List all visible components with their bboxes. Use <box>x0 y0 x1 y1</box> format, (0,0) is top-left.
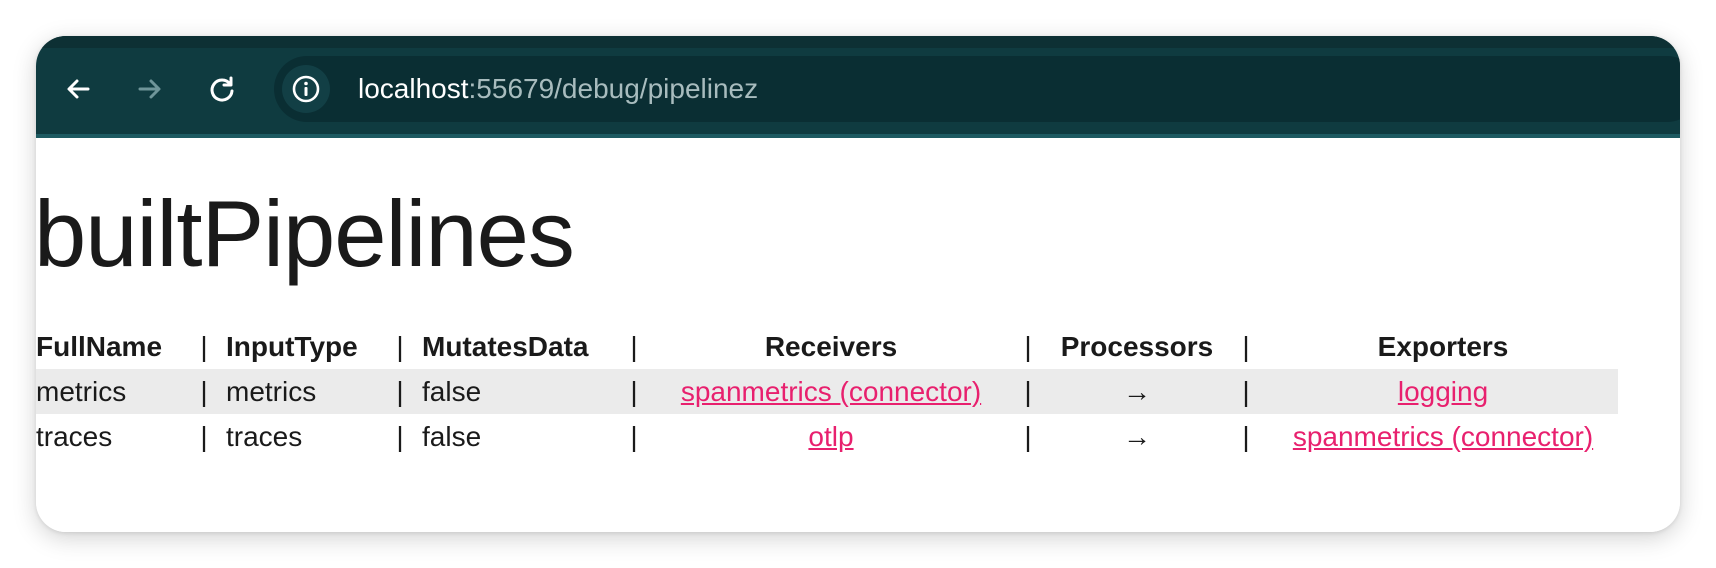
cell-exporters: logging <box>1268 369 1618 414</box>
arrow-left-icon <box>67 79 90 99</box>
pipelines-table: FullName | InputType | MutatesData | Rec… <box>36 324 1618 459</box>
cell-processors: → <box>1123 420 1151 452</box>
header-fullname: FullName <box>36 330 163 362</box>
table-row: traces | traces | false | otlp | → | spa… <box>36 414 1618 459</box>
column-separator: | <box>612 369 656 414</box>
column-separator: | <box>1224 369 1268 414</box>
column-separator: | <box>396 420 404 452</box>
column-separator: | <box>1242 330 1250 362</box>
column-separator: | <box>200 330 208 362</box>
arrow-right-icon <box>138 79 161 99</box>
cell-processors: → <box>1050 369 1224 414</box>
header-exporters: Exporters <box>1377 330 1509 362</box>
cell-receivers: spanmetrics (connector) <box>656 369 1006 414</box>
header-processors: Processors <box>1060 330 1214 362</box>
url-path: :55679/debug/pipelinez <box>468 73 759 104</box>
column-separator: | <box>182 369 226 414</box>
receiver-link[interactable]: otlp <box>808 421 853 452</box>
column-separator: | <box>378 369 422 414</box>
header-inputtype: InputType <box>226 330 358 362</box>
exporter-link[interactable]: logging <box>1398 376 1488 407</box>
page-content: builtPipelines FullName | InputType | Mu… <box>36 138 1680 532</box>
site-info-button[interactable] <box>282 65 330 113</box>
column-separator: | <box>1024 330 1032 362</box>
cell-receivers: otlp <box>656 414 1006 459</box>
table-header-row: FullName | InputType | MutatesData | Rec… <box>36 324 1618 369</box>
browser-window: localhost:55679/debug/pipelinez builtPip… <box>36 36 1680 532</box>
cell-inputtype: metrics <box>226 369 378 414</box>
cell-mutatesdata: false <box>422 420 482 452</box>
header-mutatesdata: MutatesData <box>422 330 589 362</box>
cell-mutatesdata: false <box>422 369 612 414</box>
tab-strip-edge <box>36 36 1680 48</box>
cell-exporters: spanmetrics (connector) <box>1268 414 1618 459</box>
header-receivers: Receivers <box>764 330 898 362</box>
url-text[interactable]: localhost:55679/debug/pipelinez <box>358 56 758 122</box>
column-separator: | <box>630 330 638 362</box>
exporter-link[interactable]: spanmetrics (connector) <box>1293 421 1593 452</box>
column-separator: | <box>1006 369 1050 414</box>
info-icon <box>292 75 320 103</box>
back-button[interactable] <box>58 69 98 109</box>
column-separator: | <box>396 330 404 362</box>
cell-fullname: traces <box>36 420 113 452</box>
table-row: metrics | metrics | false | spanmetrics … <box>36 369 1618 414</box>
page-title: builtPipelines <box>36 181 575 286</box>
url-host: localhost <box>358 73 469 104</box>
cell-inputtype: traces <box>226 420 303 452</box>
column-separator: | <box>200 420 208 452</box>
column-separator: | <box>1024 420 1032 452</box>
address-bar[interactable]: localhost:55679/debug/pipelinez <box>274 56 1680 122</box>
browser-toolbar: localhost:55679/debug/pipelinez <box>36 36 1680 138</box>
reload-button[interactable] <box>202 69 242 109</box>
receiver-link[interactable]: spanmetrics (connector) <box>681 376 981 407</box>
column-separator: | <box>1242 420 1250 452</box>
forward-button[interactable] <box>130 69 170 109</box>
column-separator: | <box>630 420 638 452</box>
cell-fullname: metrics <box>36 369 182 414</box>
reload-icon <box>210 76 234 102</box>
